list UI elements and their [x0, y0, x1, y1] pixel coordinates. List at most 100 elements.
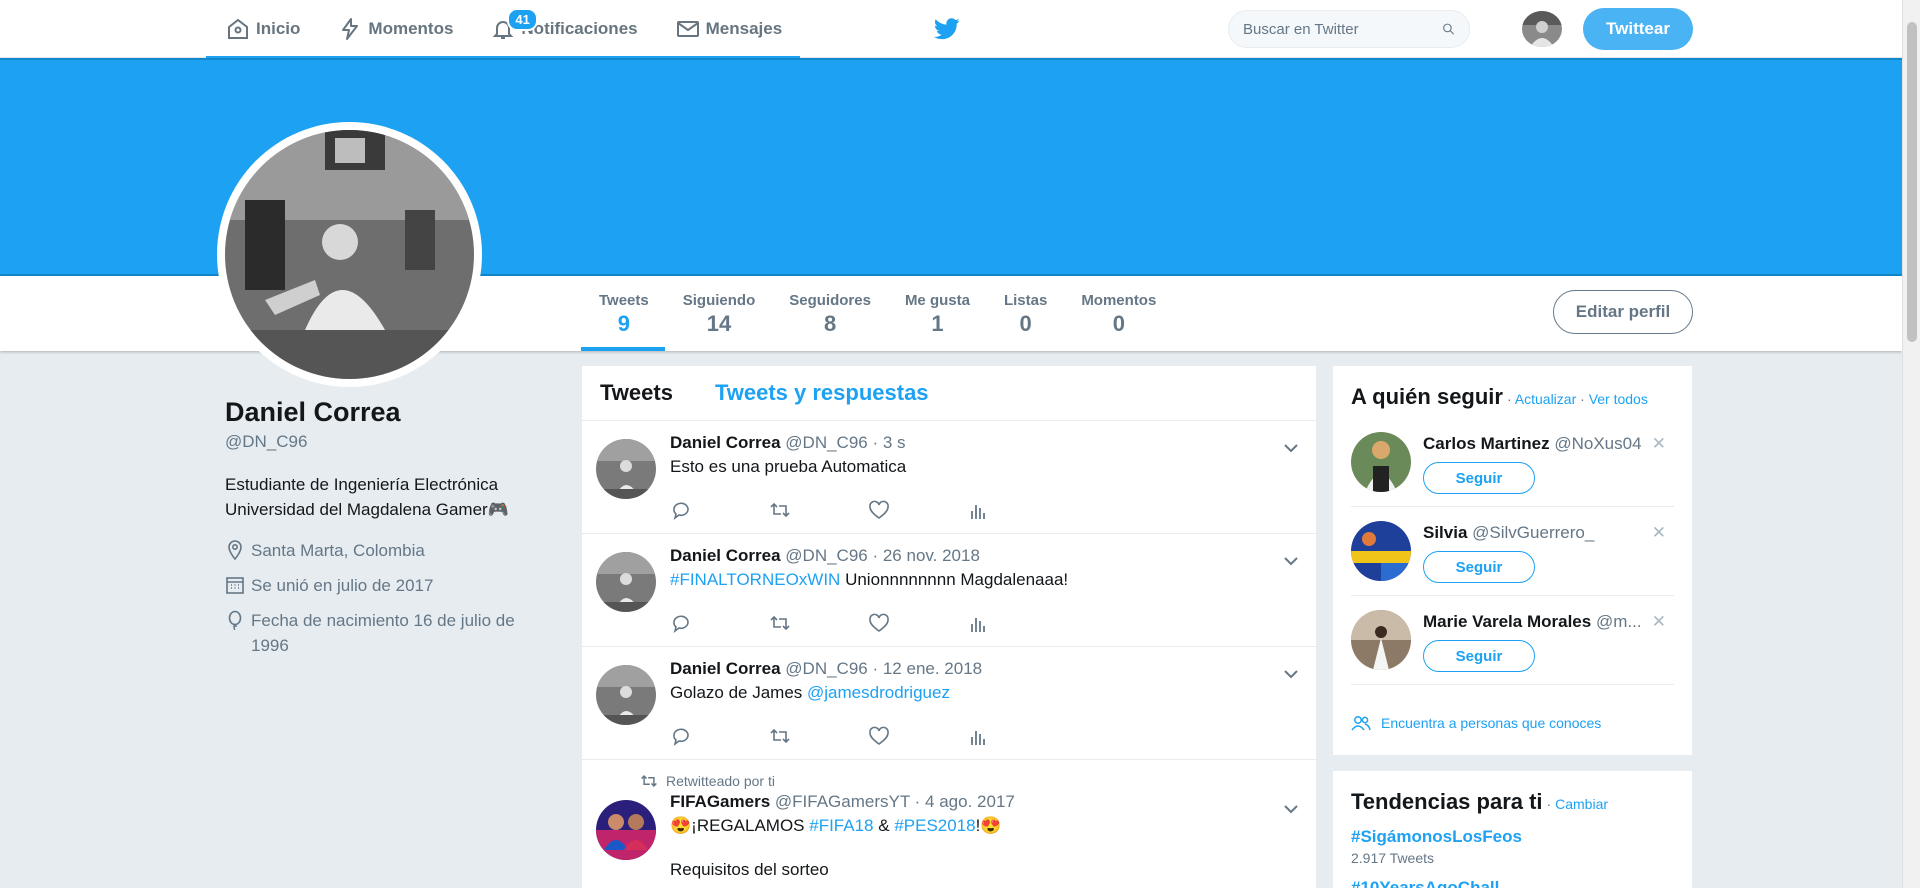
tab-tweets[interactable]: Tweets	[600, 380, 673, 406]
suggested-user-handle[interactable]: @NoXus04	[1554, 434, 1641, 453]
trend-name[interactable]: #SigámonosLosFeos	[1351, 827, 1674, 847]
trend-item[interactable]: #SigámonosLosFeos 2.917 Tweets	[1351, 827, 1674, 866]
stat-lists[interactable]: Listas 0	[986, 276, 1063, 351]
like-button[interactable]	[868, 612, 967, 634]
user-avatar-menu[interactable]	[1522, 11, 1562, 47]
analytics-button[interactable]	[967, 612, 1066, 634]
retweeted-label: Retwitteado por ti	[666, 773, 775, 789]
tweet[interactable]: Retwitteado por ti FIFAGamers @FIFAGamer…	[582, 760, 1316, 879]
stat-tweets[interactable]: Tweets 9	[581, 276, 665, 351]
profile-birthday: Fecha de nacimiento 16 de julio de 1996	[225, 608, 555, 658]
nav-home[interactable]: Inicio	[206, 0, 318, 58]
refresh-link[interactable]: Actualizar	[1515, 391, 1576, 407]
tweet-avatar[interactable]	[596, 439, 656, 499]
page-scrollbar[interactable]	[1902, 0, 1920, 888]
analytics-button[interactable]	[967, 725, 1066, 747]
like-button[interactable]	[868, 725, 967, 747]
tweet-author-handle[interactable]: @DN_C96	[785, 659, 867, 678]
analytics-button[interactable]	[967, 499, 1066, 521]
reply-button[interactable]	[670, 612, 769, 634]
tweet-avatar[interactable]	[596, 665, 656, 725]
suggested-user[interactable]: Marie Varela Morales @m... ✕ Seguir	[1351, 596, 1674, 685]
stat-likes[interactable]: Me gusta 1	[887, 276, 986, 351]
follow-button[interactable]: Seguir	[1423, 640, 1535, 672]
change-link[interactable]: Cambiar	[1555, 796, 1608, 812]
chevron-down-icon[interactable]	[1282, 665, 1300, 683]
retweeted-context: Retwitteado por ti	[640, 772, 1316, 790]
dismiss-icon[interactable]: ✕	[1652, 434, 1666, 454]
tweet-author-handle[interactable]: @DN_C96	[785, 433, 867, 452]
tweet[interactable]: Daniel Correa @DN_C96 · 12 ene. 2018 Gol…	[582, 647, 1316, 760]
follow-button[interactable]: Seguir	[1423, 551, 1535, 583]
dismiss-icon[interactable]: ✕	[1652, 523, 1666, 543]
suggested-user-avatar[interactable]	[1351, 432, 1411, 492]
reply-button[interactable]	[670, 499, 769, 521]
nav-notifications[interactable]: 41 Notificaciones	[471, 0, 655, 58]
suggested-user[interactable]: Silvia @SilvGuerrero_ ✕ Seguir	[1351, 507, 1674, 596]
stat-followers[interactable]: Seguidores 8	[771, 276, 887, 351]
scrollbar-thumb[interactable]	[1907, 22, 1917, 342]
hashtag-link[interactable]: #FINALTORNEOxWIN	[670, 570, 840, 589]
tweet-button[interactable]: Twittear	[1583, 8, 1693, 50]
trend-item[interactable]: #10YearsAgoChall...	[1351, 878, 1674, 888]
suggested-user-name[interactable]: Silvia	[1423, 523, 1467, 542]
tweet-author-name[interactable]: Daniel Correa	[670, 433, 781, 452]
trend-count: 2.917 Tweets	[1351, 850, 1435, 866]
search-icon[interactable]	[1442, 18, 1455, 40]
suggested-user-handle[interactable]: @SilvGuerrero_	[1472, 523, 1594, 542]
nav-moments[interactable]: Momentos	[318, 0, 471, 58]
trend-name[interactable]: #10YearsAgoChall...	[1351, 878, 1674, 888]
retweet-button[interactable]	[769, 725, 868, 747]
tab-tweets-and-replies[interactable]: Tweets y respuestas	[715, 380, 929, 406]
chevron-down-icon[interactable]	[1282, 552, 1300, 570]
tweet-avatar[interactable]	[596, 800, 656, 860]
profile-handle[interactable]: @DN_C96	[225, 432, 555, 452]
tweet-author-handle[interactable]: @FIFAGamersYT	[775, 792, 910, 811]
tweet[interactable]: Daniel Correa @DN_C96 · 26 nov. 2018 #FI…	[582, 534, 1316, 647]
stat-value: 1	[931, 311, 944, 336]
twitter-bird-icon[interactable]	[934, 17, 960, 41]
tweet-avatar[interactable]	[596, 552, 656, 612]
tweet-author-name[interactable]: Daniel Correa	[670, 659, 781, 678]
tweet-author-handle[interactable]: @DN_C96	[785, 546, 867, 565]
joined-text: Se unió en julio de 2017	[251, 576, 434, 595]
tweet-time[interactable]: · 26 nov. 2018	[872, 546, 979, 565]
search-box[interactable]	[1228, 10, 1470, 48]
profile-avatar[interactable]	[225, 130, 474, 379]
follow-button[interactable]: Seguir	[1423, 462, 1535, 494]
reply-button[interactable]	[670, 725, 769, 747]
suggested-user-handle[interactable]: @m...	[1596, 612, 1642, 631]
suggested-user[interactable]: Carlos Martinez @NoXus04 ✕ Seguir	[1351, 418, 1674, 507]
hashtag-link[interactable]: #PES2018	[894, 816, 975, 835]
tweet-time[interactable]: · 3 s	[872, 433, 905, 452]
suggested-user-avatar[interactable]	[1351, 610, 1411, 670]
tweet-header: FIFAGamers @FIFAGamersYT · 4 ago. 2017	[670, 792, 1316, 812]
suggested-user-name[interactable]: Carlos Martinez	[1423, 434, 1550, 453]
view-all-link[interactable]: Ver todos	[1589, 391, 1648, 407]
profile-name[interactable]: Daniel Correa	[225, 397, 555, 428]
who-to-follow-title: A quién seguir	[1351, 384, 1503, 409]
stat-moments[interactable]: Momentos 0	[1063, 276, 1172, 351]
chevron-down-icon[interactable]	[1282, 800, 1300, 818]
retweet-button[interactable]	[769, 612, 868, 634]
edit-profile-button[interactable]: Editar perfil	[1553, 290, 1693, 334]
tweet-author-name[interactable]: Daniel Correa	[670, 546, 781, 565]
tweet-author-name[interactable]: FIFAGamers	[670, 792, 770, 811]
find-people-link[interactable]: Encuentra a personas que conoces	[1351, 715, 1601, 731]
suggested-user-avatar[interactable]	[1351, 521, 1411, 581]
tweet-time[interactable]: · 12 ene. 2018	[872, 659, 982, 678]
retweet-button[interactable]	[769, 499, 868, 521]
dismiss-icon[interactable]: ✕	[1652, 612, 1666, 632]
hashtag-link[interactable]: #FIFA18	[809, 816, 873, 835]
tweet-time[interactable]: · 4 ago. 2017	[915, 792, 1015, 811]
nav-messages[interactable]: Mensajes	[656, 0, 801, 58]
tweet-text: #FINALTORNEOxWIN Unionnnnnnnn Magdalenaa…	[670, 570, 1316, 590]
stat-following[interactable]: Siguiendo 14	[665, 276, 772, 351]
like-button[interactable]	[868, 499, 967, 521]
who-to-follow-links: · Actualizar · Ver todos	[1506, 391, 1648, 407]
tweet[interactable]: Daniel Correa @DN_C96 · 3 s Esto es una …	[582, 421, 1316, 534]
suggested-user-name[interactable]: Marie Varela Morales	[1423, 612, 1591, 631]
search-input[interactable]	[1243, 20, 1442, 38]
mention-link[interactable]: @jamesdrodriguez	[807, 683, 950, 702]
chevron-down-icon[interactable]	[1282, 439, 1300, 457]
